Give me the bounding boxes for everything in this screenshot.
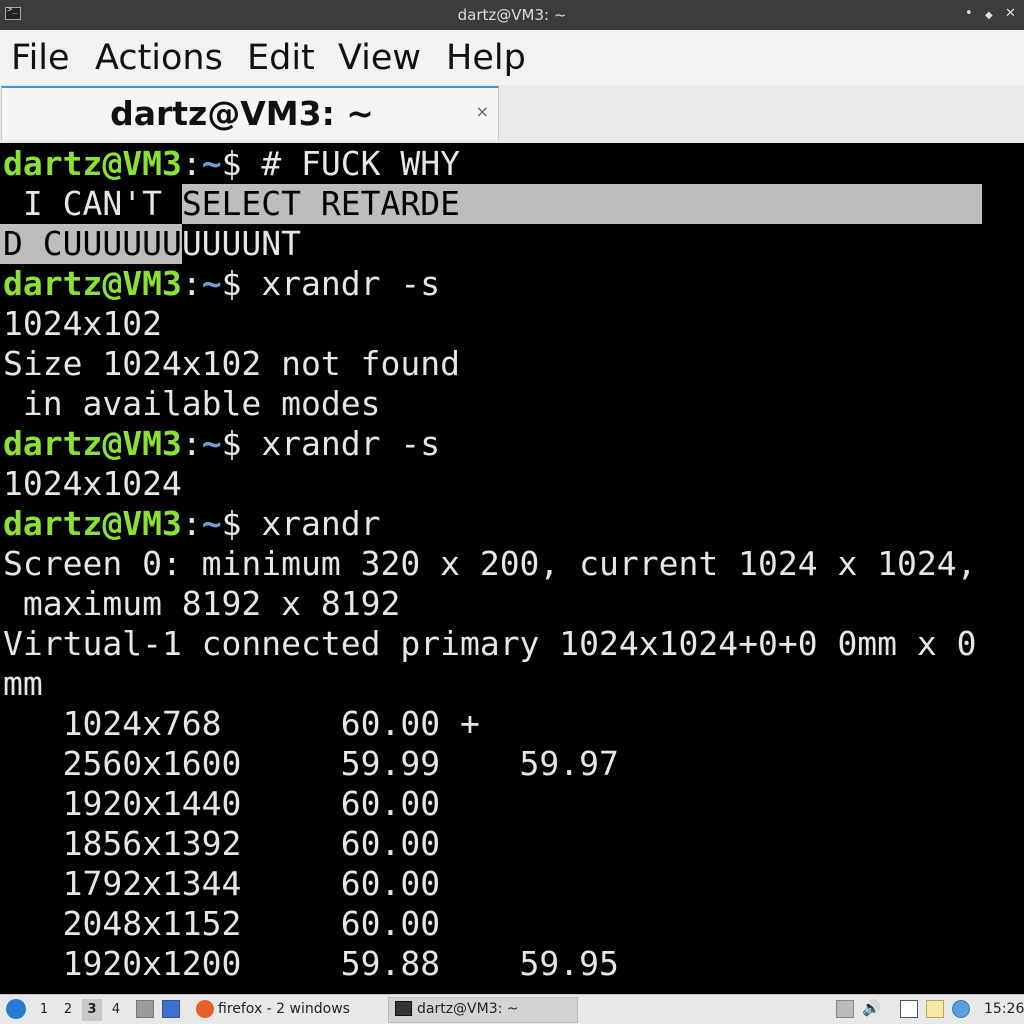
output-line: maximum 8192 x 8192 <box>3 584 401 623</box>
prompt-path: ~ <box>201 424 222 463</box>
command-text: # FUCK WHY <box>261 144 460 183</box>
prompt-path: ~ <box>201 144 222 183</box>
tab-label: dartz@VM3: ~ <box>110 94 374 133</box>
prompt-separator: : <box>181 264 202 303</box>
prompt-separator: : <box>181 504 202 543</box>
volume-icon[interactable]: 🔊 <box>862 999 881 1017</box>
output-text: I CAN'T <box>3 184 182 223</box>
selected-text: SELECT RETARDE <box>181 184 460 223</box>
file-manager-icon[interactable] <box>136 1000 154 1018</box>
menu-help[interactable]: Help <box>444 38 528 78</box>
prompt-symbol: $ <box>221 264 262 303</box>
output-line: in available modes <box>3 384 381 423</box>
task-firefox[interactable]: firefox - 2 windows <box>192 998 384 1022</box>
output-line: 1024x102 <box>3 304 162 343</box>
output-line: Virtual-1 connected primary 1024x1024+0+… <box>3 624 977 663</box>
start-menu-icon[interactable] <box>6 999 26 1019</box>
menu-edit[interactable]: Edit <box>245 38 317 78</box>
tab-close-icon[interactable]: × <box>476 102 489 121</box>
terminal-icon <box>395 1001 412 1016</box>
minimize-button[interactable]: • <box>965 6 973 22</box>
workspace-2[interactable]: 2 <box>58 999 78 1021</box>
output-line: 2560x1600 59.99 59.97 <box>3 744 619 783</box>
terminal-output[interactable]: dartz@VM3:~$ # FUCK WHY I CAN'T SELECT R… <box>0 143 1024 994</box>
show-desktop-icon[interactable] <box>162 1000 180 1018</box>
workspace-4[interactable]: 4 <box>106 999 126 1021</box>
task-terminal-label: dartz@VM3: ~ <box>417 1001 519 1017</box>
output-line: 2048x1152 60.00 <box>3 904 441 943</box>
output-line: 1792x1344 60.00 <box>3 864 441 903</box>
output-line: I CAN'T SELECT RETARDE <box>3 184 460 224</box>
prompt-symbol: $ <box>221 144 262 183</box>
workspace-1[interactable]: 1 <box>34 999 54 1021</box>
output-line: 1920x1440 60.00 <box>3 784 441 823</box>
output-line: D CUUUUUUUUUUNT <box>3 224 301 264</box>
notification-icon[interactable] <box>836 1000 854 1018</box>
close-button[interactable]: ✕ <box>1005 6 1016 22</box>
update-icon[interactable] <box>952 1000 970 1018</box>
command-text: xrandr -s <box>261 424 441 463</box>
output-line: 1024x1024 <box>3 464 182 503</box>
output-line: 1024x768 60.00 + <box>3 704 480 743</box>
workspace-3[interactable]: 3 <box>82 999 102 1021</box>
prompt-path: ~ <box>201 264 222 303</box>
command-text: xrandr -s <box>261 264 441 303</box>
firefox-icon <box>196 1000 214 1018</box>
menu-file[interactable]: File <box>9 38 72 78</box>
output-line: Screen 0: minimum 320 x 200, current 102… <box>3 544 977 583</box>
prompt-user: dartz@VM3 <box>3 504 182 543</box>
tab-terminal[interactable]: dartz@VM3: ~ × <box>1 86 499 140</box>
selected-text: D CUUUUUU <box>3 224 182 263</box>
prompt-path: ~ <box>201 504 222 543</box>
tab-bar: dartz@VM3: ~ × <box>0 85 1024 143</box>
output-line: 1920x1200 59.88 59.95 <box>3 944 619 983</box>
taskbar: 1 2 3 4 firefox - 2 windows dartz@VM3: ~… <box>0 994 1024 1024</box>
output-text: UUUUNT <box>181 224 302 263</box>
prompt-separator: : <box>181 144 202 183</box>
task-terminal[interactable]: dartz@VM3: ~ <box>388 997 578 1023</box>
output-line: 1856x1392 60.00 <box>3 824 441 863</box>
prompt-separator: : <box>181 424 202 463</box>
prompt-symbol: $ <box>221 424 262 463</box>
prompt-line: dartz@VM3:~$ xrandr <box>3 504 381 544</box>
maximize-button[interactable]: ◆ <box>985 8 993 24</box>
menu-bar: File Actions Edit View Help <box>0 30 1024 85</box>
prompt-user: dartz@VM3 <box>3 424 182 463</box>
command-text: xrandr <box>261 504 381 543</box>
prompt-line: dartz@VM3:~$ xrandr -s <box>3 424 440 464</box>
output-line: Size 1024x102 not found <box>3 344 460 383</box>
window-titlebar[interactable]: dartz@VM3: ~ • ◆ ✕ <box>0 0 1024 30</box>
network-icon[interactable] <box>900 1000 918 1018</box>
window-title: dartz@VM3: ~ <box>457 6 567 24</box>
clipboard-icon[interactable] <box>926 1000 944 1018</box>
prompt-line: dartz@VM3:~$ # FUCK WHY <box>3 144 460 184</box>
prompt-user: dartz@VM3 <box>3 144 182 183</box>
menu-actions[interactable]: Actions <box>93 38 225 78</box>
clock[interactable]: 15:26 <box>984 1001 1024 1017</box>
menu-view[interactable]: View <box>336 38 423 78</box>
output-line: mm <box>3 664 43 703</box>
prompt-line: dartz@VM3:~$ xrandr -s <box>3 264 440 304</box>
prompt-user: dartz@VM3 <box>3 264 182 303</box>
prompt-symbol: $ <box>221 504 262 543</box>
task-firefox-label: firefox - 2 windows <box>218 1001 350 1017</box>
